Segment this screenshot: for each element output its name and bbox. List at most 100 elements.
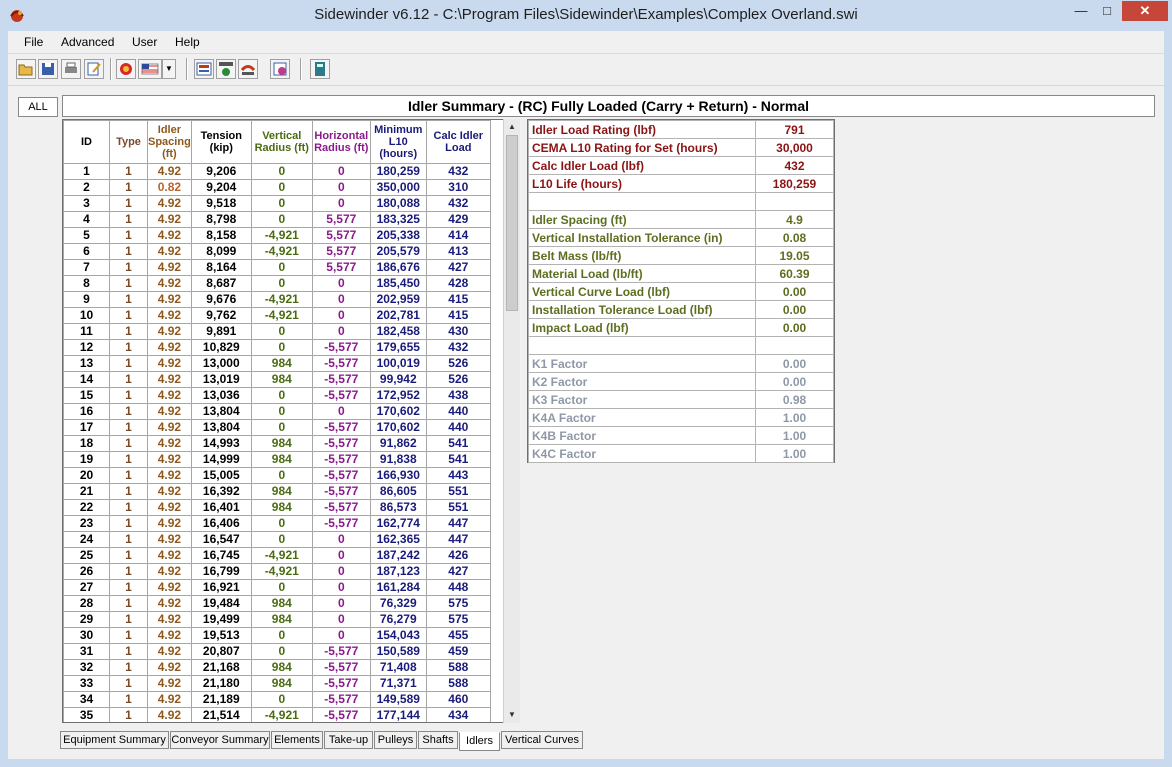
cell-min-l10[interactable]: 186,676 <box>369 259 427 276</box>
cell-min-l10[interactable]: 161,284 <box>369 579 427 596</box>
cell-calc-load[interactable]: 432 <box>425 195 491 212</box>
cell-horizontal-radius[interactable]: 5,577 <box>311 211 371 228</box>
cell-calc-load[interactable]: 428 <box>425 275 491 292</box>
cell-type[interactable]: 1 <box>109 419 148 436</box>
cell-vertical-radius[interactable]: 0 <box>250 163 313 180</box>
table-row[interactable]: 26 1 4.92 16,799 -4,921 0 187,123 427 <box>63 563 491 580</box>
cell-calc-load[interactable]: 429 <box>425 211 491 228</box>
table-row[interactable]: 14 1 4.92 13,019 984 -5,577 99,942 526 <box>63 371 491 388</box>
cell-calc-load[interactable]: 415 <box>425 307 491 324</box>
cell-calc-load[interactable]: 443 <box>425 467 491 484</box>
cell-id[interactable]: 28 <box>63 595 110 612</box>
cell-horizontal-radius[interactable]: -5,577 <box>311 467 371 484</box>
cell-horizontal-radius[interactable]: -5,577 <box>311 435 371 452</box>
menu-help[interactable]: Help <box>175 35 200 49</box>
cell-type[interactable]: 1 <box>109 211 148 228</box>
cell-tension[interactable]: 21,168 <box>190 659 252 676</box>
cell-tension[interactable]: 8,158 <box>190 227 252 244</box>
cell-tension[interactable]: 21,189 <box>190 691 252 708</box>
cell-id[interactable]: 5 <box>63 227 110 244</box>
scroll-down-icon[interactable]: ▼ <box>504 707 520 723</box>
table-row[interactable]: 31 1 4.92 20,807 0 -5,577 150,589 459 <box>63 643 491 660</box>
cell-horizontal-radius[interactable]: -5,577 <box>311 675 371 692</box>
cell-type[interactable]: 1 <box>109 627 148 644</box>
menu-advanced[interactable]: Advanced <box>61 35 114 49</box>
cell-vertical-radius[interactable]: 984 <box>250 611 313 628</box>
cell-id[interactable]: 33 <box>63 675 110 692</box>
cell-horizontal-radius[interactable]: 0 <box>311 403 371 420</box>
cell-tension[interactable]: 16,401 <box>190 499 252 516</box>
table-row[interactable]: 29 1 4.92 19,499 984 0 76,279 575 <box>63 611 491 628</box>
chart-icon[interactable] <box>270 59 290 79</box>
cell-tension[interactable]: 13,804 <box>190 403 252 420</box>
col-header-tension[interactable]: Tension (kip) <box>190 120 252 164</box>
tab-idlers[interactable]: Idlers <box>459 732 500 751</box>
cell-calc-load[interactable]: 541 <box>425 451 491 468</box>
cell-spacing[interactable]: 4.92 <box>147 675 192 692</box>
cell-id[interactable]: 9 <box>63 291 110 308</box>
cell-tension[interactable]: 13,804 <box>190 419 252 436</box>
cell-min-l10[interactable]: 99,942 <box>369 371 427 388</box>
cell-vertical-radius[interactable]: 984 <box>250 451 313 468</box>
cell-spacing[interactable]: 4.92 <box>147 275 192 292</box>
cell-tension[interactable]: 16,392 <box>190 483 252 500</box>
col-header-spacing[interactable]: Idler Spacing (ft) <box>147 120 192 164</box>
cell-horizontal-radius[interactable]: -5,577 <box>311 371 371 388</box>
table-row[interactable]: 4 1 4.92 8,798 0 5,577 183,325 429 <box>63 211 491 228</box>
cell-spacing[interactable]: 4.92 <box>147 195 192 212</box>
cell-horizontal-radius[interactable]: -5,577 <box>311 419 371 436</box>
cell-vertical-radius[interactable]: 0 <box>250 467 313 484</box>
cell-calc-load[interactable]: 414 <box>425 227 491 244</box>
cell-calc-load[interactable]: 430 <box>425 323 491 340</box>
cell-spacing[interactable]: 4.92 <box>147 627 192 644</box>
cell-spacing[interactable]: 0.82 <box>147 179 192 196</box>
cell-spacing[interactable]: 4.92 <box>147 355 192 372</box>
cell-type[interactable]: 1 <box>109 387 148 404</box>
cell-min-l10[interactable]: 202,781 <box>369 307 427 324</box>
cell-horizontal-radius[interactable]: -5,577 <box>311 339 371 356</box>
cell-type[interactable]: 1 <box>109 323 148 340</box>
menu-file[interactable]: File <box>24 35 43 49</box>
cell-vertical-radius[interactable]: 0 <box>250 211 313 228</box>
cell-calc-load[interactable]: 448 <box>425 579 491 596</box>
cell-spacing[interactable]: 4.92 <box>147 387 192 404</box>
cell-spacing[interactable]: 4.92 <box>147 515 192 532</box>
table-scrollbar[interactable]: ▲ ▼ <box>503 119 520 723</box>
cell-calc-load[interactable]: 310 <box>425 179 491 196</box>
cell-spacing[interactable]: 4.92 <box>147 211 192 228</box>
cell-vertical-radius[interactable]: -4,921 <box>250 707 313 722</box>
cell-min-l10[interactable]: 170,602 <box>369 403 427 420</box>
cell-tension[interactable]: 16,921 <box>190 579 252 596</box>
cell-id[interactable]: 17 <box>63 419 110 436</box>
cell-min-l10[interactable]: 150,589 <box>369 643 427 660</box>
cell-spacing[interactable]: 4.92 <box>147 499 192 516</box>
table-row[interactable]: 32 1 4.92 21,168 984 -5,577 71,408 588 <box>63 659 491 676</box>
cell-calc-load[interactable]: 459 <box>425 643 491 660</box>
menu-user[interactable]: User <box>132 35 157 49</box>
maximize-button[interactable]: □ <box>1094 1 1120 21</box>
cell-vertical-radius[interactable]: 0 <box>250 195 313 212</box>
cell-spacing[interactable]: 4.92 <box>147 659 192 676</box>
cell-tension[interactable]: 8,099 <box>190 243 252 260</box>
cell-id[interactable]: 34 <box>63 691 110 708</box>
cell-spacing[interactable]: 4.92 <box>147 435 192 452</box>
cell-horizontal-radius[interactable]: 0 <box>311 531 371 548</box>
cell-vertical-radius[interactable]: -4,921 <box>250 291 313 308</box>
cell-type[interactable]: 1 <box>109 259 148 276</box>
cell-tension[interactable]: 9,676 <box>190 291 252 308</box>
cell-spacing[interactable]: 4.92 <box>147 291 192 308</box>
cell-id[interactable]: 4 <box>63 211 110 228</box>
col-header-id[interactable]: ID <box>63 120 110 164</box>
table-row[interactable]: 10 1 4.92 9,762 -4,921 0 202,781 415 <box>63 307 491 324</box>
cell-vertical-radius[interactable]: 0 <box>250 275 313 292</box>
cell-min-l10[interactable]: 91,838 <box>369 451 427 468</box>
cell-horizontal-radius[interactable]: -5,577 <box>311 707 371 722</box>
table-row[interactable]: 13 1 4.92 13,000 984 -5,577 100,019 526 <box>63 355 491 372</box>
cell-id[interactable]: 16 <box>63 403 110 420</box>
cell-min-l10[interactable]: 166,930 <box>369 467 427 484</box>
scroll-thumb[interactable] <box>506 135 518 311</box>
cell-type[interactable]: 1 <box>109 195 148 212</box>
cell-id[interactable]: 35 <box>63 707 110 722</box>
cell-tension[interactable]: 19,484 <box>190 595 252 612</box>
table-row[interactable]: 1 1 4.92 9,206 0 0 180,259 432 <box>63 163 491 180</box>
